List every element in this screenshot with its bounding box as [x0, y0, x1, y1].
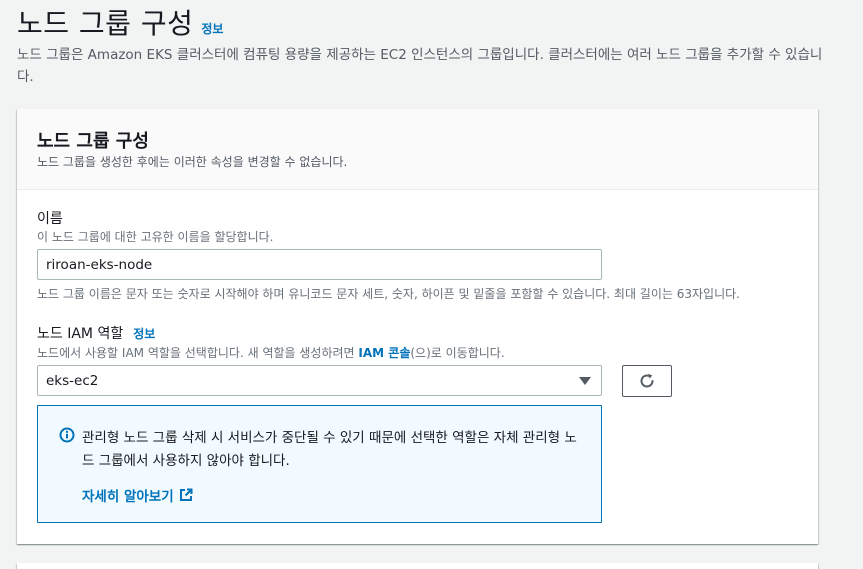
iam-console-link[interactable]: IAM 콘솔	[358, 346, 410, 360]
next-card-edge	[17, 563, 818, 569]
info-alert: 관리형 노드 그룹 삭제 시 서비스가 중단될 수 있기 때문에 선택한 역할은…	[37, 405, 602, 523]
iam-role-desc-prefix: 노드에서 사용할 IAM 역할을 선택합니다. 새 역할을 생성하려면	[37, 346, 359, 360]
card-title: 노드 그룹 구성	[37, 131, 149, 152]
alert-text: 관리형 노드 그룹 삭제 시 서비스가 중단될 수 있기 때문에 선택한 역할은…	[82, 430, 577, 469]
iam-role-description: 노드에서 사용할 IAM 역할을 선택합니다. 새 역할을 생성하려면 IAM …	[37, 344, 505, 361]
iam-role-selected-value: eks-ec2	[46, 372, 99, 389]
refresh-icon	[640, 373, 654, 388]
learn-more-link[interactable]: 자세히 알아보기	[82, 485, 193, 505]
page-description: 노드 그룹은 Amazon EKS 클러스터에 컴퓨팅 용량을 제공하는 EC2…	[17, 47, 823, 85]
iam-role-info-link[interactable]: 정보	[133, 325, 155, 342]
refresh-roles-button[interactable]	[622, 365, 672, 397]
card-header: 노드 그룹 구성 노드 그룹을 생성한 후에는 이러한 속성을 변경할 수 없습…	[17, 109, 818, 190]
caret-down-icon	[579, 376, 591, 385]
page: 노드 그룹 구성 정보 노드 그룹은 Amazon EKS 클러스터에 컴퓨팅 …	[0, 0, 863, 569]
iam-role-label-row: 노드 IAM 역할 정보	[37, 323, 155, 343]
node-group-name-input[interactable]	[37, 249, 602, 280]
learn-more-label: 자세히 알아보기	[82, 489, 174, 505]
name-label: 이름	[37, 211, 63, 227]
external-link-icon	[179, 488, 193, 501]
name-constraint: 노드 그룹 이름은 문자 또는 숫자로 시작해야 하며 유니코드 문자 세트, …	[37, 287, 740, 301]
iam-role-select[interactable]: eks-ec2	[37, 365, 602, 396]
name-description: 이 노드 그룹에 대한 고유한 이름을 할당합니다.	[37, 230, 274, 244]
page-header: 노드 그룹 구성 정보	[17, 2, 223, 42]
iam-role-label: 노드 IAM 역할	[37, 326, 124, 342]
info-circle-icon	[59, 427, 75, 443]
iam-role-desc-suffix: (으)로 이동합니다.	[410, 346, 505, 360]
card-subtitle: 노드 그룹을 생성한 후에는 이러한 속성을 변경할 수 없습니다.	[37, 155, 348, 169]
page-info-link[interactable]: 정보	[201, 20, 223, 37]
node-group-config-card: 노드 그룹 구성 노드 그룹을 생성한 후에는 이러한 속성을 변경할 수 없습…	[17, 109, 818, 544]
page-title: 노드 그룹 구성	[17, 7, 194, 40]
